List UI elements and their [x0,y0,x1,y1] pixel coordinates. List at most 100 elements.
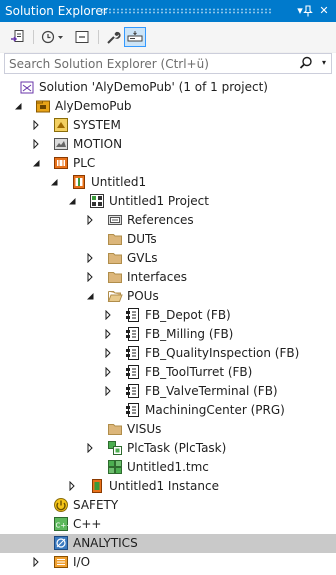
sync-document-icon [11,30,24,42]
tree-item-visus[interactable]: VISUs [0,420,336,439]
tree-item-fb-milling-fb[interactable]: FB_Milling (FB) [0,325,336,344]
panel-title: Solution Explorer [5,4,108,18]
toolbar-separator [98,30,99,44]
collapsed-arrow-icon[interactable] [84,442,96,454]
function-block-icon [124,307,141,323]
close-button[interactable]: ✕ [316,3,332,19]
function-block-icon [124,364,141,380]
collapsed-arrow-icon[interactable] [102,309,114,321]
panel-title-bar[interactable]: Solution Explorer ▾ ✕ [0,0,336,22]
tree-item-analytics[interactable]: ANALYTICS [0,534,336,553]
tree-item-interfaces[interactable]: Interfaces [0,268,336,287]
references-icon [106,212,123,228]
plc-icon [52,155,69,171]
program-icon [124,402,141,418]
folder-icon [106,421,123,437]
plc-task-icon [106,440,123,456]
sync-with-active-document-button[interactable] [8,27,28,47]
folder-open-icon [106,288,123,304]
auto-hide-button[interactable] [300,3,316,19]
search-options-dropdown[interactable]: ▾ [322,58,326,67]
tree-item-fb-depot-fb[interactable]: FB_Depot (FB) [0,306,336,325]
tree-item-solution-alydemopub-1-of-1-project[interactable]: Solution 'AlyDemoPub' (1 of 1 project) [0,78,336,97]
tree-item-plc[interactable]: PLC [0,154,336,173]
tree-item-plctask-plctask[interactable]: PlcTask (PlcTask) [0,439,336,458]
toolbar [0,22,336,53]
tree-item-label: C++ [73,517,102,531]
toolbar-separator [33,30,34,44]
expanded-arrow-icon[interactable] [66,195,78,207]
tree-item-label: SAFETY [73,498,119,512]
drag-grip[interactable] [100,8,272,14]
tree-item-untitled1-instance[interactable]: Untitled1 Instance [0,477,336,496]
tree-item-label: FB_Milling (FB) [145,327,234,341]
motion-icon [52,136,69,152]
expanded-arrow-icon[interactable] [30,157,42,169]
tree-item-fb-qualityinspection-fb[interactable]: FB_QualityInspection (FB) [0,344,336,363]
tree-item-fb-toolturret-fb[interactable]: FB_ToolTurret (FB) [0,363,336,382]
cpp-icon: C++ [52,516,69,532]
svg-text:C++: C++ [55,522,69,530]
collapsed-arrow-icon[interactable] [30,556,42,568]
search-box[interactable]: ▾ [4,53,332,74]
tree-item-untitled1-tmc[interactable]: Untitled1.tmc [0,458,336,477]
folder-icon [106,250,123,266]
tree-item-c[interactable]: C++ C++ [0,515,336,534]
close-icon: ✕ [319,4,329,17]
collapsed-arrow-icon[interactable] [102,366,114,378]
collapsed-arrow-icon[interactable] [102,385,114,397]
plc-instance-icon [88,478,105,494]
tree-item-label: PLC [73,156,96,170]
tree-item-system[interactable]: SYSTEM [0,116,336,135]
tree-item-label: POUs [127,289,159,303]
tree-item-untitled1[interactable]: Untitled1 [0,173,336,192]
search-input[interactable] [5,54,303,73]
function-block-icon [124,326,141,342]
twincat-project-icon [34,98,51,114]
tree-item-safety[interactable]: SAFETY [0,496,336,515]
collapsed-arrow-icon[interactable] [102,328,114,340]
expanded-arrow-icon[interactable] [84,290,96,302]
pin-icon [303,5,313,17]
collapsed-arrow-icon[interactable] [84,271,96,283]
tree-item-label: DUTs [127,232,157,246]
wrench-icon [107,31,121,44]
tree-item-i-o[interactable]: I/O [0,553,336,572]
system-icon [52,117,69,133]
collapsed-arrow-icon[interactable] [30,138,42,150]
tree-item-label: Untitled1.tmc [127,460,209,474]
function-block-icon [124,345,141,361]
tree-item-untitled1-project[interactable]: Untitled1 Project [0,192,336,211]
tree-item-label: FB_Depot (FB) [145,308,231,322]
collapsed-arrow-icon[interactable] [84,214,96,226]
collapsed-arrow-icon[interactable] [102,347,114,359]
pending-changes-filter-button[interactable] [38,27,68,47]
solution-icon [18,79,35,95]
expanded-arrow-icon[interactable] [12,100,24,112]
tree-item-label: ANALYTICS [73,536,138,550]
tree-item-label: SYSTEM [73,118,121,132]
tree-item-label: AlyDemoPub [55,99,132,113]
collapsed-arrow-icon[interactable] [30,119,42,131]
collapse-all-button[interactable] [72,27,92,47]
tree-item-label: FB_ToolTurret (FB) [145,365,253,379]
tree-item-references[interactable]: References [0,211,336,230]
tree-item-machiningcenter-prg[interactable]: MachiningCenter (PRG) [0,401,336,420]
tree-item-fb-valveterminal-fb[interactable]: FB_ValveTerminal (FB) [0,382,336,401]
search-icon[interactable] [299,56,313,70]
collapsed-arrow-icon[interactable] [84,252,96,264]
collapsed-arrow-icon[interactable] [66,480,78,492]
tree-item-label: GVLs [127,251,158,265]
tree-item-alydemopub[interactable]: AlyDemoPub [0,97,336,116]
tree-item-pous[interactable]: POUs [0,287,336,306]
tree-item-duts[interactable]: DUTs [0,230,336,249]
properties-button[interactable] [103,27,123,47]
plc-project-icon [70,174,87,190]
preview-selected-items-button[interactable] [124,27,146,47]
expanded-arrow-icon[interactable] [48,176,60,188]
safety-icon [52,497,69,513]
tree-item-label: FB_ValveTerminal (FB) [145,384,278,398]
tree-item-gvls[interactable]: GVLs [0,249,336,268]
tree-item-motion[interactable]: MOTION [0,135,336,154]
tree-item-label: Untitled1 Project [109,194,209,208]
